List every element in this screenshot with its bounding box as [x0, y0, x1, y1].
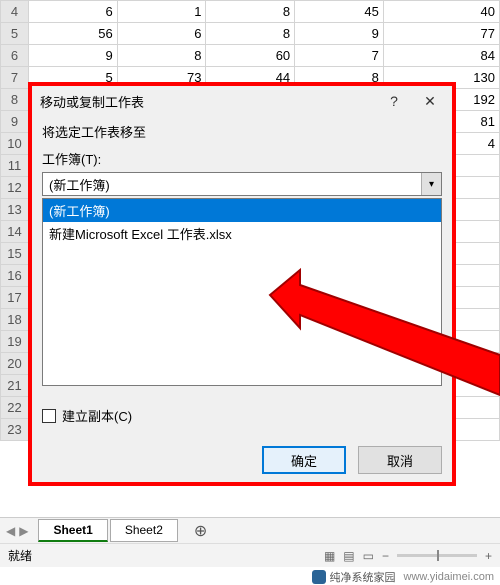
row-header[interactable]: 6: [1, 45, 29, 67]
zoom-control[interactable]: ▦ ▤ ▭ − +: [324, 549, 492, 563]
tab-nav-next-icon[interactable]: ▶: [19, 524, 28, 538]
cell[interactable]: 45: [295, 1, 384, 23]
dialog-titlebar[interactable]: 移动或复制工作表 ? ✕: [32, 86, 452, 116]
row-header[interactable]: 11: [1, 155, 29, 177]
status-bar: 就绪 ▦ ▤ ▭ − +: [0, 543, 500, 567]
cell[interactable]: 1: [117, 1, 206, 23]
cell[interactable]: 7: [295, 45, 384, 67]
watermark-brand: 纯净系统家园: [330, 569, 396, 585]
row-header[interactable]: 12: [1, 177, 29, 199]
sheet-tab[interactable]: Sheet2: [110, 519, 178, 542]
workbook-combobox[interactable]: (新工作簿) ▾: [42, 172, 442, 196]
row-header[interactable]: 20: [1, 353, 29, 375]
view-layout-icon[interactable]: ▤: [343, 549, 354, 563]
cell[interactable]: 8: [117, 45, 206, 67]
cell[interactable]: 84: [383, 45, 499, 67]
cell[interactable]: 77: [383, 23, 499, 45]
cell[interactable]: 9: [29, 45, 118, 67]
sheet-tab-bar: ◀ ▶ Sheet1Sheet2 ⊕: [0, 517, 500, 543]
cell[interactable]: 60: [206, 45, 295, 67]
dialog-help-button[interactable]: ?: [376, 93, 412, 109]
dialog-highlight-border: 移动或复制工作表 ? ✕ 将选定工作表移至 工作簿(T): (新工作簿) ▾ (…: [28, 82, 456, 486]
workbook-label: 工作簿(T):: [42, 149, 442, 168]
cell[interactable]: 8: [206, 23, 295, 45]
add-sheet-button[interactable]: ⊕: [180, 518, 221, 544]
watermark: 纯净系统家园 www.yidaimei.com: [312, 569, 494, 585]
tab-nav-group: ◀ ▶: [6, 524, 28, 538]
create-copy-row[interactable]: 建立副本(C): [42, 406, 442, 425]
row-header[interactable]: 4: [1, 1, 29, 23]
cell[interactable]: 40: [383, 1, 499, 23]
row-header[interactable]: 17: [1, 287, 29, 309]
chevron-down-icon[interactable]: ▾: [421, 173, 441, 195]
watermark-url: www.yidaimei.com: [404, 571, 494, 583]
view-break-icon[interactable]: ▭: [363, 549, 374, 563]
workbook-listbox[interactable]: (新工作簿)新建Microsoft Excel 工作表.xlsx: [42, 198, 442, 386]
row-header[interactable]: 18: [1, 309, 29, 331]
row-header[interactable]: 10: [1, 133, 29, 155]
view-normal-icon[interactable]: ▦: [324, 549, 335, 563]
cell[interactable]: 9: [295, 23, 384, 45]
ok-button[interactable]: 确定: [262, 446, 346, 474]
watermark-logo-icon: [312, 570, 326, 584]
row-header[interactable]: 9: [1, 111, 29, 133]
row-header[interactable]: 23: [1, 419, 29, 441]
row-header[interactable]: 19: [1, 331, 29, 353]
row-header[interactable]: 16: [1, 265, 29, 287]
row-header[interactable]: 7: [1, 67, 29, 89]
move-copy-dialog: 移动或复制工作表 ? ✕ 将选定工作表移至 工作簿(T): (新工作簿) ▾ (…: [32, 86, 452, 482]
zoom-minus-button[interactable]: −: [382, 549, 389, 563]
tab-nav-prev-icon[interactable]: ◀: [6, 524, 15, 538]
move-to-label: 将选定工作表移至: [42, 122, 442, 141]
status-ready: 就绪: [8, 547, 32, 564]
row-header[interactable]: 5: [1, 23, 29, 45]
sheet-tab[interactable]: Sheet1: [38, 519, 107, 542]
create-copy-checkbox[interactable]: [42, 409, 56, 423]
row-header[interactable]: 22: [1, 397, 29, 419]
dialog-close-button[interactable]: ✕: [412, 93, 448, 110]
cancel-button[interactable]: 取消: [358, 446, 442, 474]
zoom-slider[interactable]: [397, 554, 477, 557]
zoom-plus-button[interactable]: +: [485, 549, 492, 563]
cell[interactable]: 6: [29, 1, 118, 23]
row-header[interactable]: 8: [1, 89, 29, 111]
create-copy-label: 建立副本(C): [62, 406, 132, 425]
row-header[interactable]: 14: [1, 221, 29, 243]
cell[interactable]: 56: [29, 23, 118, 45]
dialog-title-text: 移动或复制工作表: [40, 92, 376, 111]
list-item[interactable]: 新建Microsoft Excel 工作表.xlsx: [43, 222, 441, 245]
row-header[interactable]: 21: [1, 375, 29, 397]
cell[interactable]: 6: [117, 23, 206, 45]
combobox-value: (新工作簿): [43, 175, 421, 194]
list-item[interactable]: (新工作簿): [43, 199, 441, 222]
row-header[interactable]: 13: [1, 199, 29, 221]
row-header[interactable]: 15: [1, 243, 29, 265]
cell[interactable]: 8: [206, 1, 295, 23]
